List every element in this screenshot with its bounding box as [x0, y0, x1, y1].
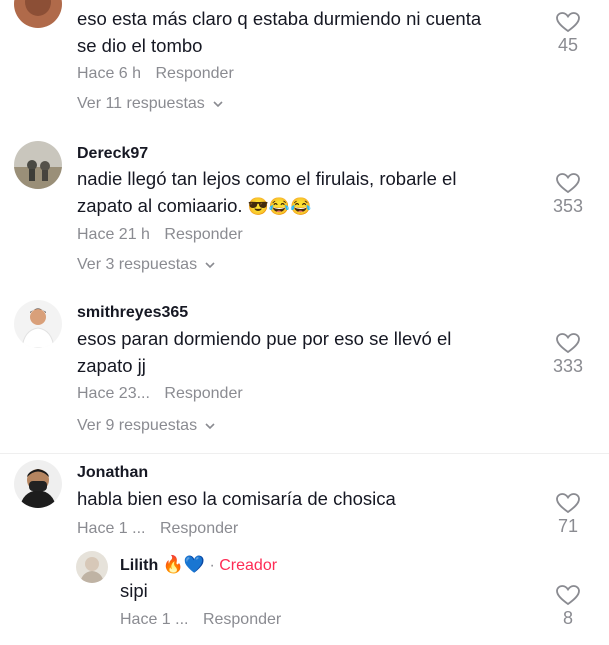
comment-time: Hace 21 h [77, 226, 150, 243]
comment-meta: Hace 23... Responder [77, 385, 243, 403]
heart-outline-icon [556, 173, 580, 194]
chevron-down-icon [205, 262, 215, 269]
comment-text: eso esta más claro q estaba durmiendo ni… [77, 8, 482, 56]
comment-text: nadie llegó tan lejos como el firulais, … [77, 168, 457, 216]
reply-button[interactable]: Responder [156, 65, 234, 82]
comment-text: sipi [120, 580, 148, 601]
emoji-group: 🔥💙 [162, 555, 206, 574]
username[interactable]: smithreyes365 [77, 304, 188, 322]
comment-meta: Hace 21 h Responder [77, 226, 243, 244]
like-count: 8 [562, 608, 573, 628]
avatar-image [14, 460, 62, 508]
comment-meta: Hace 1 ... Responder [77, 520, 238, 538]
like-button[interactable]: 8 [538, 583, 598, 629]
comment-time: Hace 1 ... [77, 520, 146, 537]
like-count: 353 [552, 196, 584, 216]
username[interactable]: Lilith [120, 557, 158, 574]
view-replies-label: Ver 3 respuestas [77, 256, 198, 273]
comment-time: Hace 23... [77, 385, 150, 402]
reply-button[interactable]: Responder [164, 385, 242, 402]
comment-text: habla bien eso la comisaría de chosica [77, 488, 396, 509]
avatar-image [14, 300, 62, 348]
reply-button[interactable]: Responder [203, 611, 281, 628]
avatar[interactable] [76, 551, 108, 583]
heart-outline-icon [556, 493, 580, 514]
chevron-down-icon [213, 101, 223, 108]
heart-outline-icon [556, 585, 580, 606]
reply-button[interactable]: Responder [164, 226, 242, 243]
view-replies-label: Ver 11 respuestas [77, 95, 205, 112]
chevron-down-icon [205, 423, 215, 430]
avatar[interactable] [14, 460, 62, 508]
separator: · [209, 557, 215, 574]
like-button[interactable]: 353 [538, 171, 598, 217]
like-count: 45 [557, 35, 579, 55]
reply-header: Lilith 🔥💙 · Creador [120, 555, 277, 575]
username[interactable]: Jonathan [77, 464, 148, 482]
heart-outline-icon [556, 333, 580, 354]
comment-time: Hace 6 h [77, 65, 142, 82]
like-button[interactable]: 333 [538, 331, 598, 377]
avatar-image [76, 551, 108, 583]
reply-button[interactable]: Responder [160, 520, 238, 537]
comment-time: Hace 1 ... [120, 611, 189, 628]
comment-meta: Hace 1 ... Responder [120, 611, 281, 629]
view-replies-button[interactable]: Ver 9 respuestas [77, 417, 217, 435]
divider [0, 453, 609, 454]
view-replies-label: Ver 9 respuestas [77, 417, 198, 434]
avatar-image [14, 0, 62, 28]
emoji-group: 😎😂😂 [247, 197, 312, 216]
like-button[interactable]: 45 [538, 10, 598, 56]
avatar[interactable] [14, 0, 62, 28]
creator-badge: Creador [219, 557, 278, 574]
like-count: 71 [557, 516, 579, 536]
avatar-image [14, 141, 62, 189]
heart-outline-icon [556, 12, 580, 33]
avatar[interactable] [14, 141, 62, 189]
like-count: 333 [552, 356, 584, 376]
comment-meta: Hace 6 h Responder [77, 65, 234, 83]
username[interactable]: Dereck97 [77, 145, 148, 163]
like-button[interactable]: 71 [538, 491, 598, 537]
view-replies-button[interactable]: Ver 3 respuestas [77, 256, 217, 274]
comment-text: esos paran dormiendo pue por eso se llev… [77, 328, 452, 376]
view-replies-button[interactable]: Ver 11 respuestas [77, 95, 225, 113]
avatar[interactable] [14, 300, 62, 348]
